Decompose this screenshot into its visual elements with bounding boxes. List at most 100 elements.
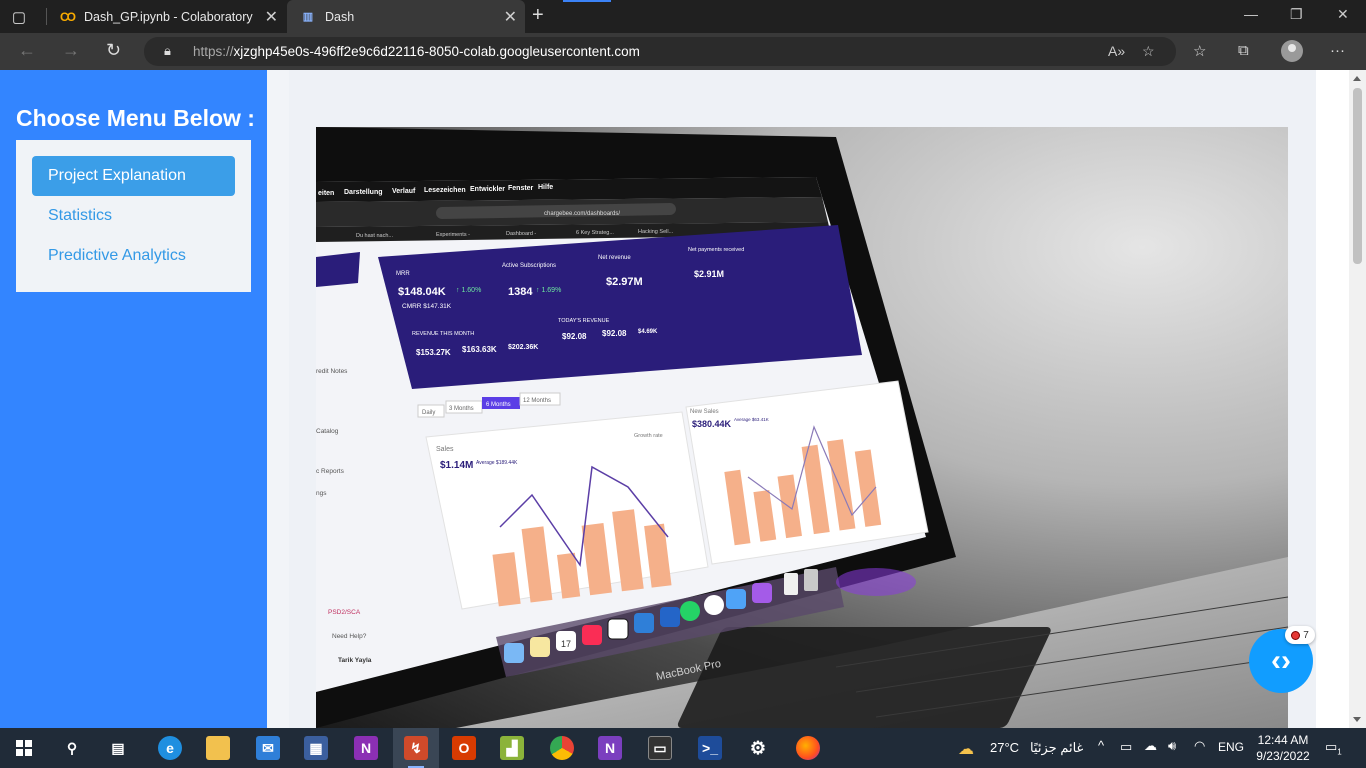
revenue-value: $202.36K (508, 344, 538, 351)
windows-start-icon[interactable] (12, 736, 36, 760)
photo-menu-text: Darstellung (344, 189, 383, 196)
photo-nav-item: ngs (316, 490, 327, 497)
photo-menu-text: Entwickler (470, 186, 505, 193)
page-scrollbar[interactable] (1349, 70, 1366, 728)
range-tab: 3 Months (449, 406, 474, 412)
edge-icon[interactable]: e (158, 736, 182, 760)
menu-item-predictive-analytics[interactable]: Predictive Analytics (32, 236, 235, 276)
chrome-icon[interactable] (550, 736, 574, 760)
mail-icon[interactable]: ✉ (256, 736, 280, 760)
windows-taskbar: ⚲ ▤ e ✉ ▦ N ↯ O ▟ N ▭ >_ ⚙ ☁ 27°C غائم ج… (0, 728, 1366, 768)
task-view-icon[interactable]: ▤ (106, 736, 130, 760)
clock-date: 9/23/2022 (1256, 749, 1310, 763)
read-aloud-icon[interactable]: A» (1108, 43, 1125, 59)
kpi-label: Net revenue (598, 255, 631, 261)
photo-menu-text: Lesezeichen (424, 187, 466, 194)
scroll-down-icon[interactable] (1353, 717, 1361, 722)
minimize-icon[interactable]: — (1244, 6, 1258, 22)
kpi-value: $2.91M (694, 269, 724, 279)
lock-icon: 🔒︎ (164, 43, 171, 58)
close-icon[interactable]: ✕ (504, 7, 517, 27)
powershell-icon[interactable]: >_ (698, 736, 722, 760)
close-icon[interactable]: ✕ (265, 7, 278, 27)
close-window-icon[interactable]: ✕ (1337, 6, 1349, 23)
app-icon[interactable]: ↯ (404, 736, 428, 760)
photo-menu-text: Hilfe (538, 184, 553, 191)
tab-title: Dash (325, 9, 355, 24)
kpi-label: Net payments received (688, 247, 744, 253)
debug-error-badge[interactable]: 7 (1285, 626, 1315, 644)
kpi-delta: ↑ 1.60% (456, 287, 481, 294)
kpi-label: Active Subscriptions (502, 263, 556, 269)
profile-avatar[interactable] (1281, 40, 1303, 62)
favorites-icon[interactable]: ☆ (1193, 42, 1206, 60)
debug-badge-count: 7 (1303, 629, 1309, 641)
office-icon[interactable]: O (452, 736, 476, 760)
photo-bookmark: Hacking Sell... (638, 229, 674, 235)
url-text[interactable]: https://xjzghp45e0s-496ff2e9c6d22116-805… (193, 44, 640, 59)
sidebar-menu: Project Explanation Statistics Predictiv… (16, 140, 251, 292)
dock-calendar-day: 17 (561, 639, 571, 649)
kpi-value: $2.97M (606, 276, 643, 288)
tab-actions-icon[interactable]: ▢ (8, 6, 30, 28)
tab-dash[interactable]: ▥ Dash ✕ (287, 0, 525, 33)
kpi-delta: ↑ 1.69% (536, 287, 561, 294)
new-sales-average: Average $63.41K (734, 417, 769, 422)
add-favorite-icon[interactable]: ☆ (1142, 43, 1155, 60)
back-icon[interactable]: ← (18, 40, 36, 61)
store-icon[interactable]: ▦ (304, 736, 328, 760)
today-revenue-label: TODAY'S REVENUE (558, 318, 610, 324)
menu-item-project-explanation[interactable]: Project Explanation (32, 156, 235, 196)
collections-icon[interactable]: ⧉ (1238, 42, 1249, 59)
chevron-up-icon[interactable]: ^ (1098, 738, 1104, 753)
tab-colab[interactable]: CO Dash_GP.ipynb - Colaboratory ✕ (50, 0, 286, 33)
search-icon[interactable]: ⚲ (60, 736, 84, 760)
revenue-value: $4.69K (638, 329, 658, 335)
onenote-icon[interactable]: N (354, 736, 378, 760)
wifi-icon[interactable]: ◠ (1194, 738, 1205, 754)
restore-icon[interactable]: ❐ (1290, 6, 1303, 23)
new-tab-button[interactable]: + (532, 4, 544, 27)
new-sales-value: $380.44K (692, 419, 732, 429)
dash-icon: ▥ (302, 11, 314, 23)
revenue-value: $153.27K (416, 348, 451, 357)
refresh-icon[interactable]: ↻ (106, 40, 121, 61)
photo-bookmark: 6 Key Strateg... (576, 230, 614, 236)
settings-gear-icon[interactable]: ⚙ (746, 736, 770, 760)
terminal-icon[interactable]: ▭ (648, 736, 672, 760)
onenote-icon[interactable]: N (598, 736, 622, 760)
menu-item-statistics[interactable]: Statistics (32, 196, 235, 236)
scroll-up-icon[interactable] (1353, 76, 1361, 81)
file-explorer-icon[interactable] (206, 736, 230, 760)
kpi-value: $148.04K (398, 286, 446, 298)
sales-legend: Growth rate (634, 433, 663, 439)
url-field[interactable]: 🔒︎ https://xjzghp45e0s-496ff2e9c6d22116-… (144, 37, 1176, 66)
photo-nav-item: c Reports (316, 468, 345, 475)
battery-icon[interactable]: ▭ (1120, 739, 1132, 755)
scroll-thumb[interactable] (1353, 88, 1362, 264)
page-right-margin (1316, 70, 1349, 728)
photo-bookmark: Du hast nach... (356, 233, 393, 239)
photo-url-text: chargebee.com/dashboards/ (544, 211, 620, 217)
weather-temp[interactable]: 27°C (990, 740, 1019, 755)
forward-icon[interactable]: → (62, 40, 80, 61)
photo-nav-item: PSD2/SCA (328, 609, 361, 616)
volume-icon[interactable]: 🔊︎ (1168, 738, 1176, 754)
revenue-value: $92.08 (562, 332, 587, 341)
new-sales-title: New Sales (690, 409, 719, 415)
system-clock[interactable]: 12:44 AM 9/23/2022 (1254, 732, 1312, 764)
tab-divider (46, 8, 47, 25)
sales-average: Average $189.44K (476, 460, 518, 466)
notification-icon[interactable]: ▭1 (1325, 739, 1342, 757)
language-indicator[interactable]: ENG (1218, 740, 1244, 754)
onedrive-icon[interactable]: ☁ (1144, 738, 1157, 754)
firefox-icon[interactable] (796, 736, 820, 760)
more-icon[interactable]: ··· (1330, 42, 1345, 59)
chart-app-icon[interactable]: ▟ (500, 736, 524, 760)
dash-page: Choose Menu Below : Project Explanation … (0, 70, 1349, 728)
kpi-label: MRR (396, 271, 410, 277)
weather-icon[interactable]: ☁ (958, 739, 974, 759)
weather-desc[interactable]: غائم جزئيًا (1030, 740, 1083, 756)
notification-count: 1 (1337, 747, 1342, 757)
range-tab: Daily (422, 410, 435, 416)
